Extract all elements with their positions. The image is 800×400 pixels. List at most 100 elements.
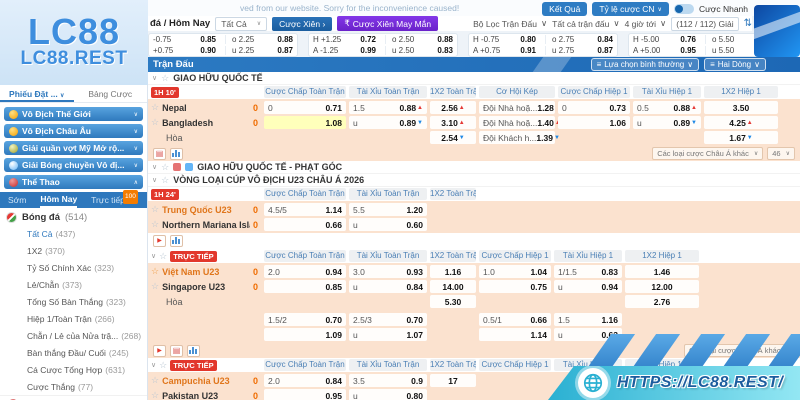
odds-cell[interactable]: 0.75 [479, 280, 551, 293]
odds-cell[interactable]: 0 0.71 [264, 101, 346, 114]
odds-cell[interactable]: 17 [430, 374, 476, 387]
odds-type-button[interactable]: Tỷ lệ cược CN ∨ [592, 2, 669, 16]
odds-cell[interactable]: 0.66 [264, 218, 346, 231]
favorite-star-icon[interactable]: ☆ [151, 102, 159, 113]
odds-cell[interactable]: 12.00 [625, 280, 699, 293]
sidebar-market-item[interactable]: Chẵn / Lẻ của Nửa trậ... (268) [0, 327, 147, 344]
favorite-star-icon[interactable]: ☆ [161, 73, 169, 84]
sidebar-accordion[interactable]: Vô Địch Thế Giới ∨ [4, 107, 143, 121]
odds-cell[interactable]: 3.10 ▲ [430, 116, 476, 129]
sidebar-market-item[interactable]: Hiệp 1/Toàn Trận (266) [0, 310, 147, 327]
parlay-button[interactable]: Cược Xiên › [272, 16, 333, 31]
sidebar-other-sport[interactable]: Bóng Đá Saba (43) [0, 395, 147, 400]
odds-cell[interactable]: 1.08 [264, 116, 346, 129]
sidebar-market-item[interactable]: Cược Thắng (77) [0, 378, 147, 395]
odds-cell[interactable]: Đội Nhà hoặ... 1.28 [479, 101, 555, 114]
odds-cell[interactable]: 1.09 [264, 328, 346, 341]
time-range-select[interactable]: 4 giờ tới ∨ [625, 18, 667, 29]
favorite-star-icon[interactable]: ☆ [151, 219, 159, 230]
sidebar-market-item[interactable]: Tỷ Số Chính Xác (323) [0, 259, 147, 276]
odds-cell[interactable]: 2.56 ▲ [430, 101, 476, 114]
favorite-star-icon[interactable]: ☆ [159, 251, 167, 262]
sidebar-accordion[interactable]: Giải Bóng chuyền Vô đị... ∨ [4, 158, 143, 172]
favorite-star-icon[interactable]: ☆ [159, 360, 167, 371]
odds-cell[interactable]: 1.5/2 0.70 [264, 313, 346, 326]
odds-cell[interactable]: 0.85 [264, 280, 346, 293]
odds-cell[interactable]: 1.67 ▼ [704, 131, 778, 144]
odds-cell[interactable]: 1.5 0.88 ▲ [349, 101, 427, 114]
odds-cell[interactable]: Đội Nhà hoặ...1.40▲ [479, 116, 561, 129]
sidebar-accordion[interactable]: Thể Thao ∧ [4, 175, 143, 189]
brand-logo[interactable]: LC88 LC88.REST [0, 0, 148, 85]
odds-summary-row[interactable]: A -1.25 0.99 u 2.50 0.83 [313, 45, 453, 56]
favorite-star-icon[interactable]: ☆ [161, 162, 169, 173]
favorite-star-icon[interactable]: ☆ [151, 266, 159, 277]
odds-cell[interactable]: 2.0 0.94 [264, 265, 346, 278]
odds-cell[interactable]: 1.14 [479, 328, 551, 341]
odds-cell[interactable]: 0 0.73 [558, 101, 630, 114]
odds-summary-row[interactable]: H +1.25 0.72 o 2.50 0.88 [313, 34, 453, 45]
more-bets-select[interactable]: Các loại cược Châu Á khác ∨ [652, 147, 764, 160]
odds-cell[interactable]: 4.25 ▲ [704, 116, 778, 129]
page-size-select[interactable]: 46 ∨ [767, 147, 795, 160]
odds-cell[interactable]: u 0.89 ▼ [633, 116, 701, 129]
sidebar-subtab[interactable]: Hôm Nay [40, 192, 78, 208]
sort-icon[interactable]: ⇅ [744, 18, 752, 29]
odds-cell[interactable]: 1.16 [430, 265, 476, 278]
odds-cell[interactable]: 1.0 1.04 [479, 265, 551, 278]
stats-icon[interactable] [187, 344, 200, 357]
odds-cell[interactable]: 2.54 ▼ [430, 131, 476, 144]
odds-cell[interactable]: Đội Khách h... 1.39 ▼ [479, 131, 560, 144]
sidebar-subtab[interactable]: Sớm [8, 193, 26, 207]
league-header[interactable]: ∨ ☆ GIAO HỮU QUỐC TẾ [148, 72, 800, 85]
sidebar-market-item[interactable]: Cá Cược Tổng Hợp (631) [0, 361, 147, 378]
odds-cell[interactable]: 0.5/1 0.66 [479, 313, 551, 326]
odds-summary-row[interactable]: +0.75 0.90 u 2.25 0.87 [153, 45, 293, 56]
odds-summary-row[interactable]: H -0.75 0.80 o 2.75 0.84 [473, 34, 613, 45]
odds-cell[interactable]: 3.0 0.93 [349, 265, 427, 278]
quick-bet-toggle[interactable] [673, 4, 694, 14]
live-play-icon[interactable]: ▶ [153, 235, 166, 247]
stats-icon[interactable] [170, 147, 183, 160]
odds-cell[interactable]: 3.5 0.9 [349, 374, 427, 387]
odds-cell[interactable]: 2.76 [625, 295, 699, 308]
odds-cell[interactable]: 2.5/3 0.70 [349, 313, 427, 326]
sidebar-market-item[interactable]: Lẻ/Chẵn (373) [0, 276, 147, 293]
two-line-button[interactable]: ≡ Hai Dòng ∨ [704, 58, 766, 71]
favorite-star-icon[interactable]: ☆ [151, 390, 159, 400]
favorite-star-icon[interactable]: ☆ [161, 175, 169, 186]
sidebar-market-item[interactable]: Tổng Số Bàn Thắng (323) [0, 293, 147, 310]
odds-cell[interactable]: u 0.89 ▼ [349, 116, 427, 129]
odds-cell[interactable]: u 0.94 [554, 280, 622, 293]
favorite-star-icon[interactable]: ☆ [151, 117, 159, 128]
odds-cell[interactable]: 0.5 0.88 ▲ [633, 101, 701, 114]
sidebar-market-item[interactable]: 1X2 (370) [0, 242, 147, 259]
sidebar-market-item[interactable]: Tất Cả (437) [0, 225, 147, 242]
odds-cell[interactable]: 1/1.5 0.83 [554, 265, 622, 278]
bet-grid-icon[interactable]: ▤ [153, 147, 166, 160]
odds-cell[interactable]: 5.30 [430, 295, 476, 308]
odds-summary-row[interactable]: H -5.00 0.76 o 5.50 [633, 34, 773, 45]
sidebar-accordion[interactable]: Vô Địch Châu Âu ∨ [4, 124, 143, 138]
stats-icon[interactable] [170, 235, 183, 247]
league-header[interactable]: ∨ ☆ GIAO HỮU QUỐC TẾ - PHẠT GÓC [148, 161, 800, 174]
odds-cell[interactable]: 3.50 [704, 101, 778, 114]
odds-cell[interactable]: 4.5/5 1.14 [264, 203, 346, 216]
normal-selection-button[interactable]: ≡ Lựa chọn bình thường ∨ [590, 58, 700, 71]
live-play-icon[interactable]: ▶ [153, 344, 166, 357]
odds-cell[interactable]: u 0.60 [349, 218, 427, 231]
odds-summary-row[interactable]: A +0.75 0.91 u 2.75 0.87 [473, 45, 613, 56]
odds-cell[interactable]: 1.46 [625, 265, 699, 278]
odds-cell[interactable]: 14.00 [430, 280, 476, 293]
sidebar-tab-1[interactable]: Bảng Cược [74, 85, 148, 102]
results-button[interactable]: Kết Quả [542, 2, 588, 16]
all-select[interactable]: Tất Cả ∨ [215, 16, 268, 31]
promo-image[interactable] [754, 5, 800, 57]
sidebar-sport-football[interactable]: Bóng đá (514) [0, 208, 147, 225]
bet-grid-icon[interactable]: ▤ [170, 344, 183, 357]
odds-summary-row[interactable]: A +5.00 0.95 u 5.50 [633, 45, 773, 56]
odds-cell[interactable]: 1.5 1.16 [554, 313, 622, 326]
favorite-star-icon[interactable]: ☆ [151, 204, 159, 215]
odds-cell[interactable]: 0.95 [264, 389, 346, 400]
favorite-star-icon[interactable]: ☆ [151, 281, 159, 292]
